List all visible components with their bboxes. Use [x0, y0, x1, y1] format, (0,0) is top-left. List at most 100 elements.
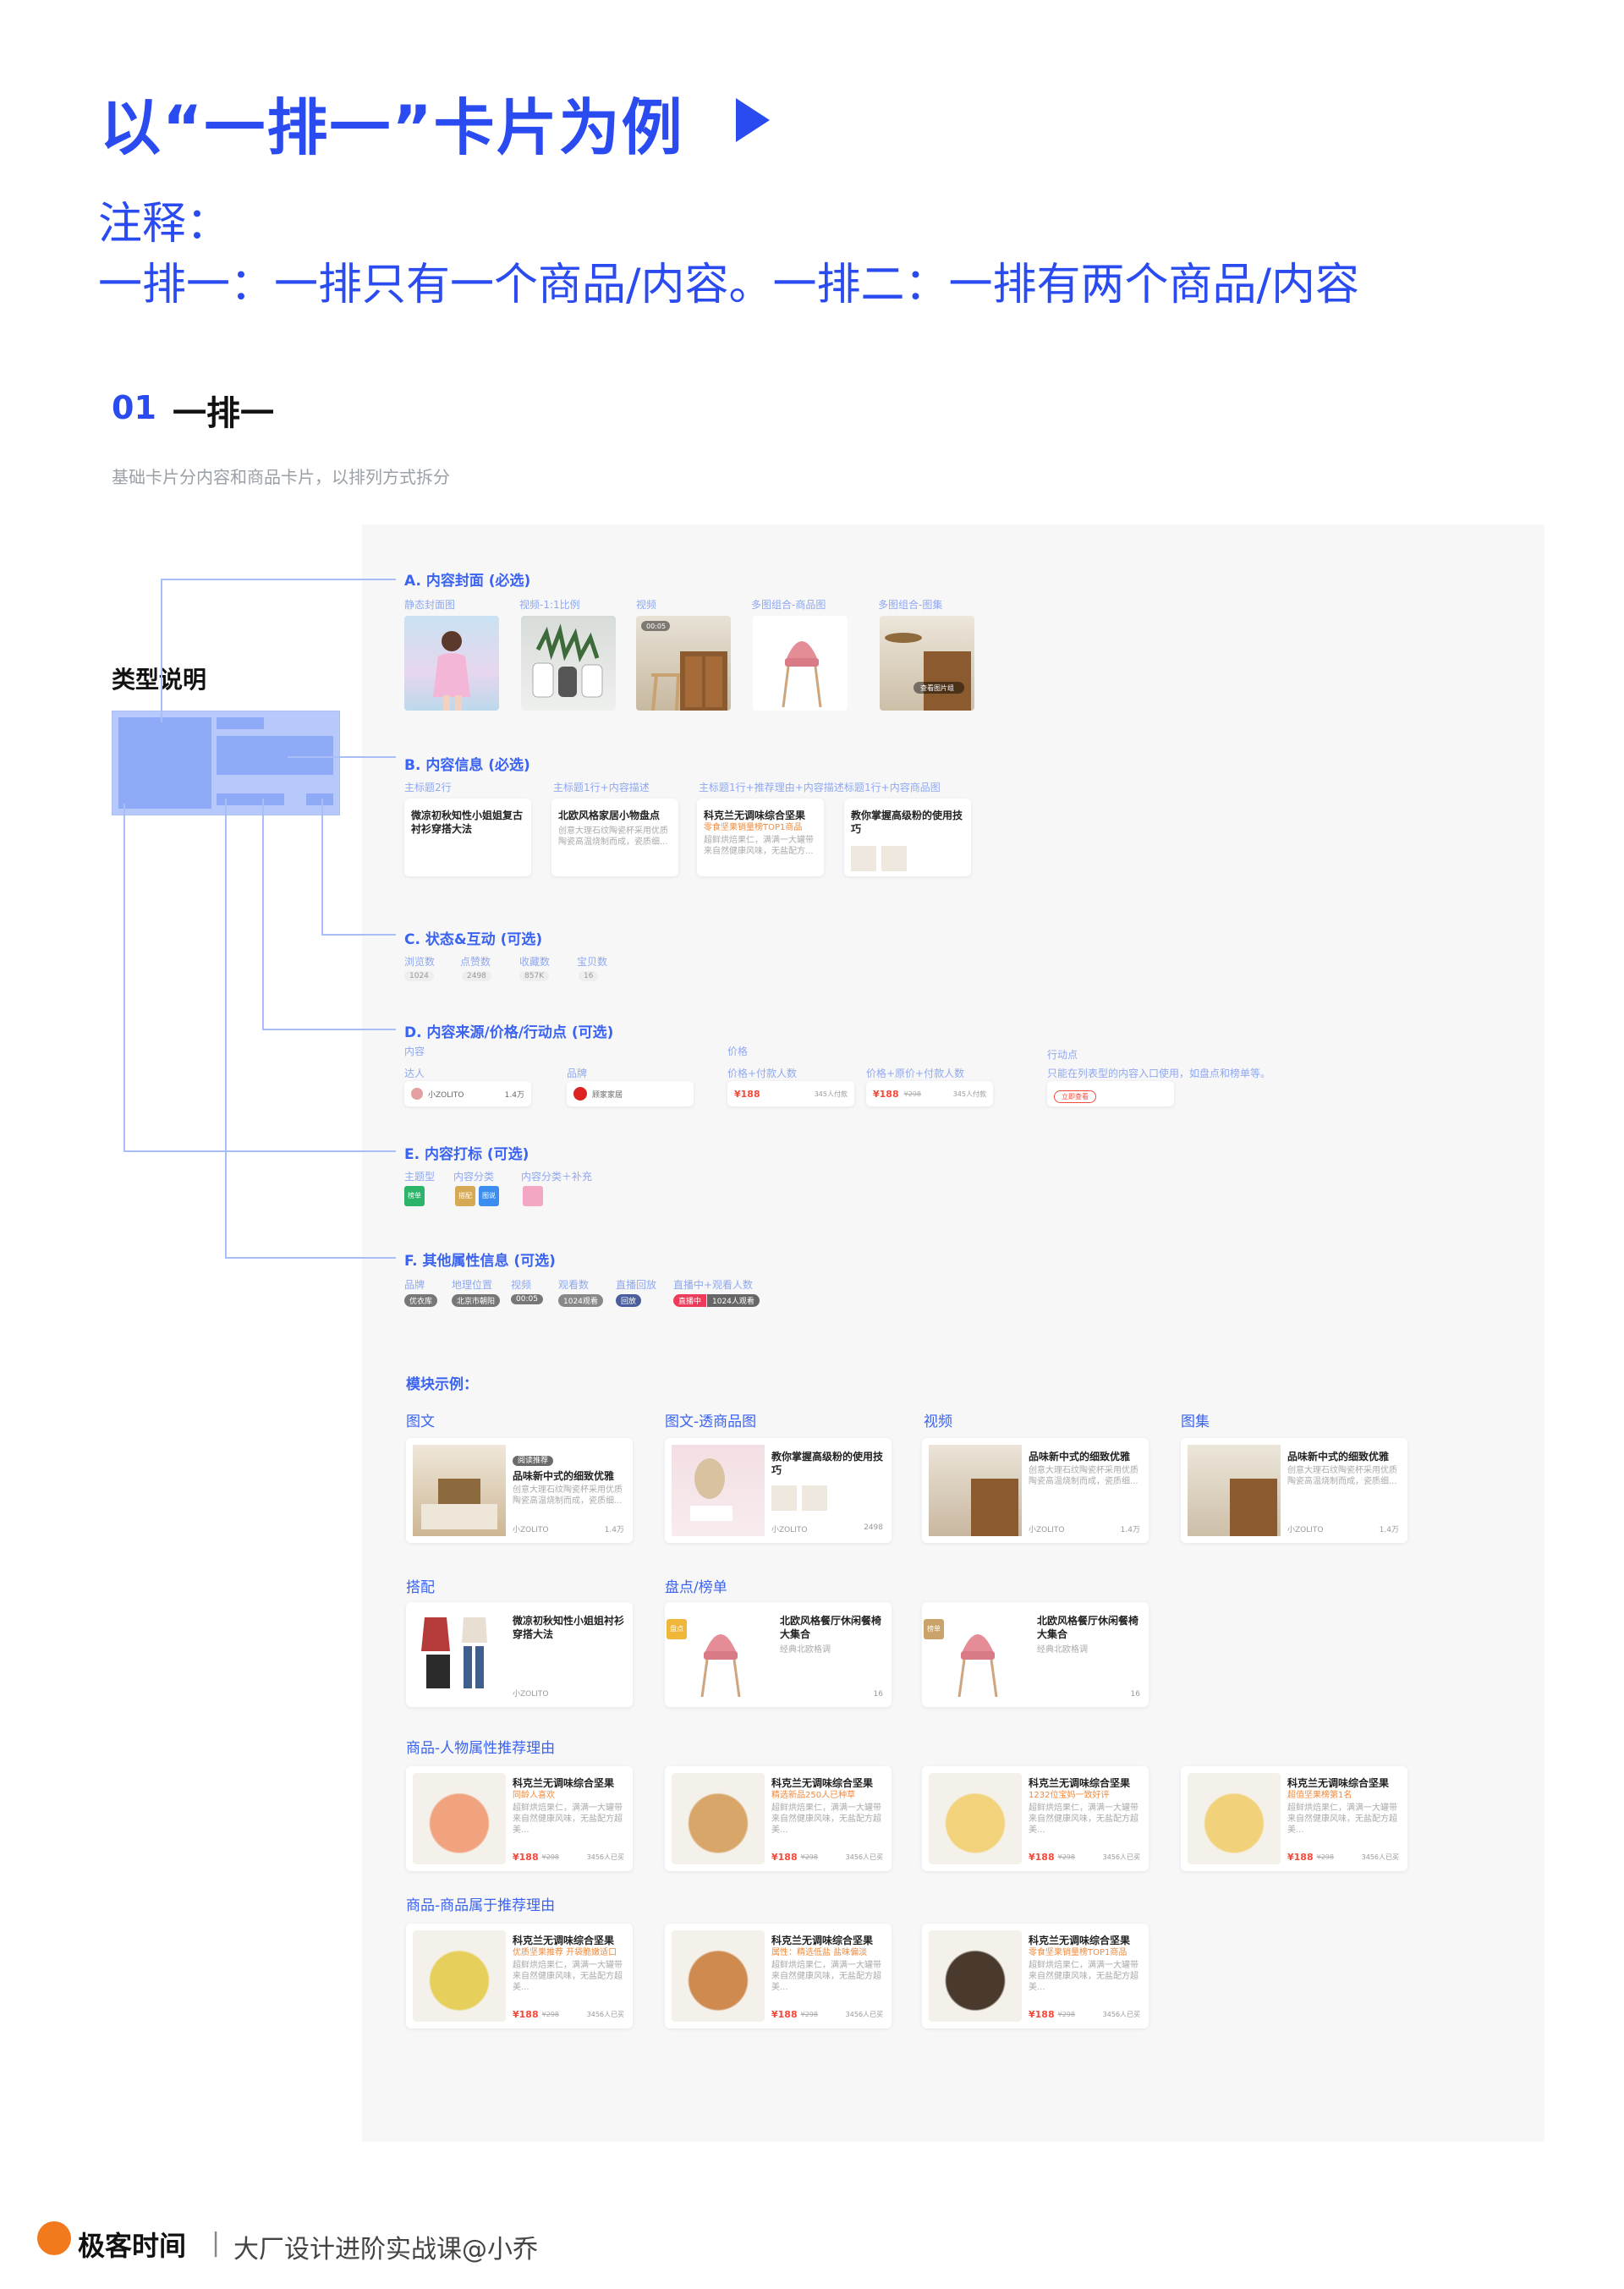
original-price: ¥298 [1057, 2011, 1075, 2018]
product-card[interactable]: 科克兰无调味综合坚果 超值坚果榜第1名 超鲜烘焙果仁，满满一大罐带来自然健康风味… [1181, 1766, 1407, 1871]
product-image [672, 1930, 765, 2022]
diagram-info-block [217, 736, 333, 775]
module-label: 图集 [1181, 1413, 1210, 1430]
view-now-button[interactable]: 立即查看 [1054, 1090, 1096, 1103]
caption: 静态封面图 [404, 599, 456, 611]
caption: 直播回放 [616, 1279, 657, 1291]
product-title: 科克兰无调味综合坚果 [1029, 1935, 1131, 1946]
brand-row[interactable]: 顾家家居 [567, 1081, 694, 1106]
page-title: 以“一排一”卡片为例 [100, 92, 684, 163]
buyers-count: 3456人已买 [1361, 1853, 1399, 1861]
product-card[interactable]: 科克兰无调味综合坚果 精选新品250人已种草 超鲜烘焙果仁，满满一大罐带来自然健… [665, 1766, 892, 1871]
favorites-count: 857K [519, 971, 550, 981]
caption: 视频 [511, 1279, 532, 1291]
original-price: ¥298 [541, 2011, 559, 2018]
product-price: ¥188 [1029, 2009, 1055, 2020]
module-label: 盘点/榜单 [665, 1579, 727, 1596]
article-product-card[interactable]: 教你掌握高级粉的使用技巧 小ZOLITO 2498 [665, 1438, 892, 1543]
product-card[interactable]: 科克兰无调味综合坚果 1232位宝妈一致好评 超鲜烘焙果仁，满满一大罐带来自然健… [922, 1766, 1149, 1871]
items-count: 16 [579, 971, 599, 981]
section-d-heading: D. 内容来源/价格/行动点 (可选) [404, 1024, 614, 1041]
note-label: 注释： [98, 199, 231, 250]
original-price: ¥298 [1057, 1853, 1075, 1861]
product-desc: 超鲜烘焙果仁，满满一大罐带来自然健康风味，无盐配方超美... [513, 1803, 623, 1835]
product-price: ¥188 [1029, 1852, 1055, 1863]
video-card[interactable]: 品味新中式的细致优雅 创意大理石纹陶瓷杯采用优质陶瓷高温烧制而成，瓷质细... … [922, 1438, 1149, 1543]
article-card[interactable]: 阅读推荐 品味新中式的细致优雅 创意大理石纹陶瓷杯采用优质陶瓷高温烧制而成，瓷质… [406, 1438, 633, 1543]
buyers-count: 3456人已买 [586, 2011, 624, 2018]
product-card[interactable]: 科克兰无调味综合坚果 同龄人喜欢 超鲜烘焙果仁，满满一大罐带来自然健康风味，无盐… [406, 1766, 633, 1871]
card-title: 科克兰无调味综合坚果 [704, 810, 806, 821]
product-price: ¥188 [1287, 1852, 1314, 1863]
original-price: ¥298 [541, 1853, 559, 1861]
ranking-card[interactable]: 盘点 北欧风格餐厅休闲餐椅大集合 经典北欧格调 16 [665, 1602, 892, 1707]
recommend-reason: 零食坚果销量榜TOP1商品 [1029, 1948, 1127, 1957]
type-label: 类型说明 [112, 666, 207, 694]
info-card[interactable]: 微凉初秋知性小姐姐复古衬衫穿搭大法 [404, 799, 531, 876]
tag-outfit: 搭配 [455, 1186, 475, 1206]
views-count: 1024 [404, 971, 434, 981]
video-time: 00:05 [646, 623, 666, 630]
product-title: 科克兰无调味综合坚果 [513, 1935, 615, 1946]
location-chip: 北京市朝阳 [452, 1294, 501, 1307]
buyers-count: 3456人已买 [845, 1853, 883, 1861]
cover-video: 00:05 [636, 616, 731, 711]
card-desc: 超鲜烘焙果仁，满满一大罐带来自然健康风味，无盐配方... [704, 836, 814, 856]
caption: 视频 [636, 599, 657, 611]
recommend-reason: 1232位宝妈一致好评 [1029, 1791, 1110, 1800]
card-cover [413, 1445, 506, 1536]
caption: 主标题1行+推荐理由+内容描述 [699, 782, 844, 793]
original-price: ¥298 [800, 1853, 818, 1861]
video-chip: 00:05 [511, 1294, 543, 1304]
product-card[interactable]: 科克兰无调味综合坚果 零食坚果销量榜TOP1商品 超鲜烘焙果仁，满满一大罐带来自… [922, 1924, 1149, 2028]
cover-product-image [753, 616, 848, 711]
info-card[interactable]: 北欧风格家居小物盘点 创意大理石纹陶瓷杯采用优质陶瓷高温烧制而成，瓷质细... [551, 799, 678, 876]
product-image [929, 1773, 1022, 1864]
caption: 品牌 [567, 1068, 588, 1079]
product-title: 科克兰无调味综合坚果 [1029, 1777, 1131, 1789]
info-card[interactable]: 教你掌握高级粉的使用技巧 [844, 799, 971, 876]
section-title: 一排一 [173, 394, 274, 433]
module-label: 商品-商品属于推荐理由 [406, 1897, 556, 1914]
price-row: ¥188 345人付款 [727, 1081, 854, 1106]
caption: 价格 [727, 1046, 749, 1057]
product-title: 科克兰无调味综合坚果 [513, 1777, 615, 1789]
author-row[interactable]: 小ZOLITO 1.4万 [404, 1081, 531, 1106]
product-card[interactable]: 科克兰无调味综合坚果 属性：精选低盐 盐味偏淡 超鲜烘焙果仁，满满一大罐带来自然… [665, 1924, 892, 2028]
card-cover [929, 1445, 1022, 1536]
buyers-count: 3456人已买 [586, 1853, 624, 1861]
outfit-card[interactable]: 微凉初秋知性小姐姐衬衫穿搭大法 小ZOLITO [406, 1602, 633, 1707]
tag-ranking: 榜单 [404, 1186, 425, 1206]
product-card[interactable]: 科克兰无调味综合坚果 优质坚果推荐 开袋脆嫩适口 超鲜烘焙果仁，满满一大罐带来自… [406, 1924, 633, 2028]
product-image [672, 1773, 765, 1864]
card-title: 教你掌握高级粉的使用技巧 [851, 810, 963, 835]
price-orig-row: ¥188 ¥298 345人付款 [866, 1081, 993, 1106]
card-cover [413, 1609, 506, 1700]
module-label: 图文-透商品图 [665, 1413, 757, 1430]
product-row-product-reason: 科克兰无调味综合坚果 优质坚果推荐 开袋脆嫩适口 超鲜烘焙果仁，满满一大罐带来自… [406, 1924, 1421, 2030]
caption: 多图组合-图集 [878, 599, 943, 611]
caption: 只能在列表型的内容入口使用，如盘点和榜单等。 [1047, 1068, 1271, 1079]
product-desc: 超鲜烘焙果仁，满满一大罐带来自然健康风味，无盐配方超美... [1029, 1803, 1138, 1835]
caption: 宝贝数 [577, 956, 608, 968]
footer-separator: | [211, 2228, 221, 2258]
ranking-card[interactable]: 榜单 北欧风格餐厅休闲餐椅大集合 经典北欧格调 16 [922, 1602, 1149, 1707]
diagram-source-block [217, 793, 284, 805]
product-image [413, 1773, 506, 1864]
cover-gallery: 查看图片组 [880, 616, 974, 711]
caption: 达人 [404, 1068, 425, 1079]
original-price: ¥298 [800, 2011, 818, 2018]
product-desc: 超鲜烘焙果仁，满满一大罐带来自然健康风味，无盐配方超美... [771, 1961, 881, 1992]
recommend-reason: 属性：精选低盐 盐味偏淡 [771, 1948, 868, 1957]
caption: 主题型 [404, 1171, 436, 1183]
product-image [1188, 1773, 1281, 1864]
caption: 价格+原价+付款人数 [866, 1068, 965, 1079]
module-label: 搭配 [406, 1579, 435, 1596]
product-price: ¥188 [771, 2009, 798, 2020]
gallery-card[interactable]: 品味新中式的细致优雅 创意大理石纹陶瓷杯采用优质陶瓷高温烧制而成，瓷质细... … [1181, 1438, 1407, 1543]
live-viewers-chip: 1024人观看 [707, 1294, 760, 1307]
info-card[interactable]: 科克兰无调味综合坚果 零食坚果销量榜TOP1商品 超鲜烘焙果仁，满满一大罐带来自… [697, 799, 824, 876]
caption: 内容 [404, 1046, 425, 1057]
recommend-reason: 精选新品250人已种草 [771, 1791, 856, 1800]
section-f-heading: F. 其他属性信息 (可选) [404, 1253, 556, 1270]
